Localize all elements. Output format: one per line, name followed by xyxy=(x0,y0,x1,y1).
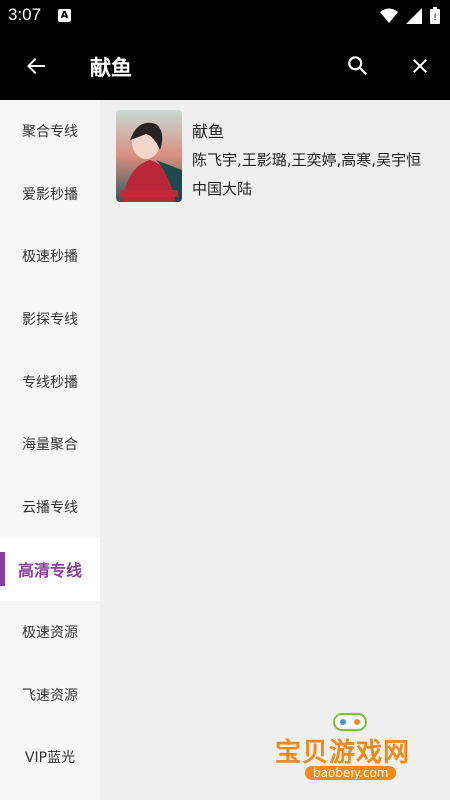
sidebar-item-label: VIP蓝光 xyxy=(24,750,76,767)
close-button[interactable] xyxy=(398,44,442,88)
sidebar-item-aiying[interactable]: 爱影秒播 xyxy=(0,163,100,226)
watermark-logo: 宝贝游戏网 baobeiy.com xyxy=(275,710,425,790)
battery-icon: ! xyxy=(430,7,440,24)
watermark-text: 宝贝游戏网 xyxy=(275,738,411,768)
sidebar-item-juhe[interactable]: 聚合专线 xyxy=(0,100,100,163)
wifi-icon xyxy=(380,8,398,23)
sidebar-item-label: 云播专线 xyxy=(22,499,78,516)
close-icon xyxy=(413,59,427,73)
app-bar: 献鱼 xyxy=(0,32,450,100)
sidebar-item-gaoqing[interactable]: 高清专线 xyxy=(0,538,100,601)
search-icon xyxy=(348,56,368,76)
result-title: 献鱼 xyxy=(192,122,225,141)
sidebar-item-jisu-ziyuan[interactable]: 极速资源 xyxy=(0,601,100,664)
back-button[interactable] xyxy=(14,44,58,88)
sidebar-item-label: 聚合专线 xyxy=(22,124,78,141)
sidebar-item-label: 极速资源 xyxy=(22,625,78,642)
poster-image xyxy=(116,110,182,202)
sidebar-item-label: 高清专线 xyxy=(17,561,82,581)
status-bar: 3:07 A ! xyxy=(0,0,450,32)
status-time: 3:07 xyxy=(8,5,42,24)
gamepad-icon xyxy=(333,713,367,731)
status-icons: ! xyxy=(380,7,440,24)
signal-icon xyxy=(406,7,422,24)
sidebar-item-label: 专线秒播 xyxy=(22,374,78,391)
sidebar-item-label: 飞速资源 xyxy=(22,687,78,704)
sidebar-item-label: 海量聚合 xyxy=(22,437,78,454)
sidebar-item-vip[interactable]: VIP蓝光 xyxy=(0,726,100,789)
sidebar-item-label: 极速秒播 xyxy=(22,249,78,266)
result-info: 献鱼 陈飞宇,王影璐,王奕婷,高寒,吴宇恒 中国大陆 xyxy=(192,110,436,202)
sidebar-item-zhuanxian[interactable]: 专线秒播 xyxy=(0,350,100,413)
source-sidebar: 聚合专线 爱影秒播 极速秒播 影探专线 专线秒播 海量聚合 云播专线 高清专线 … xyxy=(0,100,100,800)
result-item[interactable]: 献鱼 陈飞宇,王影璐,王奕婷,高寒,吴宇恒 中国大陆 xyxy=(116,110,446,202)
sidebar-item-yingtan[interactable]: 影探专线 xyxy=(0,288,100,351)
notification-icon: A xyxy=(58,9,71,22)
result-region: 中国大陆 xyxy=(192,180,253,198)
sidebar-item-label: 影探专线 xyxy=(22,312,78,329)
sidebar-item-yunbo[interactable]: 云播专线 xyxy=(0,476,100,539)
search-button[interactable] xyxy=(336,44,380,88)
arrow-left-icon xyxy=(27,58,45,74)
result-actors: 陈飞宇,王影璐,王奕婷,高寒,吴宇恒 xyxy=(192,151,422,169)
sidebar-item-label: 爱影秒播 xyxy=(22,186,78,203)
svg-text:!: ! xyxy=(433,13,437,23)
sidebar-item-jisu[interactable]: 极速秒播 xyxy=(0,225,100,288)
sidebar-item-feisu[interactable]: 飞速资源 xyxy=(0,663,100,726)
results-panel: 献鱼 陈飞宇,王影璐,王奕婷,高寒,吴宇恒 中国大陆 xyxy=(100,100,450,800)
page-title: 献鱼 xyxy=(90,56,132,80)
watermark-url: baobeiy.com xyxy=(305,766,397,780)
sidebar-item-hailiang[interactable]: 海量聚合 xyxy=(0,413,100,476)
